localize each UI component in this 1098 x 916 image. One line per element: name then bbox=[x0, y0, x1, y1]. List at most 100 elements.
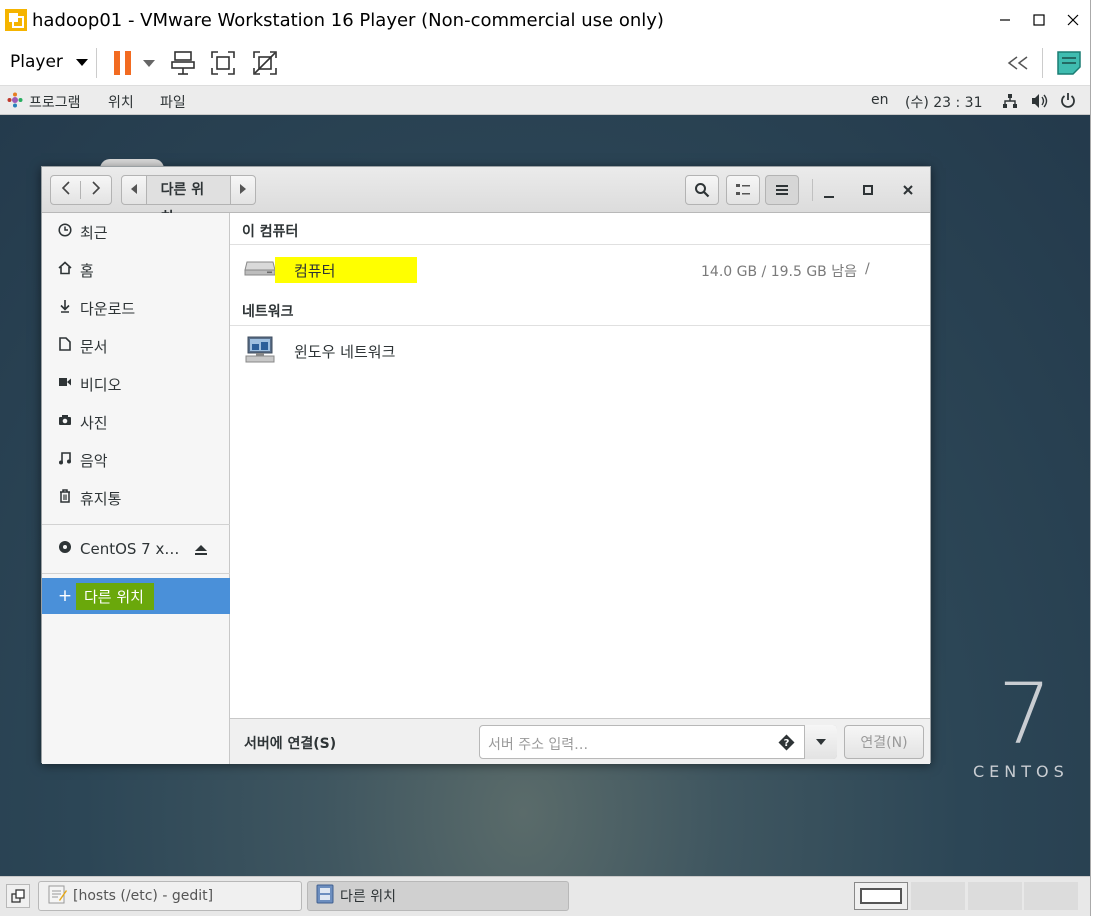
sidebar-item-label: 홈 bbox=[80, 261, 94, 280]
applications-icon[interactable] bbox=[7, 92, 23, 112]
power-icon[interactable] bbox=[1060, 92, 1076, 112]
menu-places[interactable]: 위치 bbox=[108, 92, 134, 112]
task-gedit[interactable]: [hosts (/etc) - gedit] bbox=[38, 881, 302, 911]
centos-logo-number: 7 bbox=[998, 665, 1052, 763]
task-files[interactable]: 다른 위치 bbox=[307, 881, 569, 911]
language-indicator[interactable]: en bbox=[871, 92, 889, 108]
workspace-1[interactable] bbox=[854, 882, 908, 910]
workspace-2[interactable] bbox=[911, 882, 965, 910]
harddisk-icon bbox=[244, 260, 276, 280]
sidebar-item-label: 다른 위치 bbox=[76, 582, 154, 610]
workspace-3[interactable] bbox=[968, 882, 1022, 910]
sidebar-separator bbox=[42, 573, 230, 574]
sidebar-item-device[interactable]: CentOS 7 x… bbox=[42, 530, 230, 568]
download-icon bbox=[52, 299, 78, 317]
section-this-computer: 이 컴퓨터 bbox=[242, 224, 299, 240]
send-ctrl-alt-del-icon[interactable] bbox=[168, 48, 198, 78]
text-editor-icon bbox=[47, 884, 67, 908]
window-minimize-icon[interactable] bbox=[820, 181, 838, 199]
server-history-dropdown[interactable] bbox=[804, 725, 837, 759]
pause-dropdown-icon[interactable] bbox=[138, 48, 160, 78]
help-icon[interactable]: ? bbox=[778, 734, 795, 755]
server-address-input[interactable]: 서버 주소 입력… ? bbox=[479, 725, 837, 759]
pause-icon[interactable] bbox=[108, 48, 138, 78]
connect-label: 서버에 연결(S) bbox=[244, 736, 337, 752]
sidebar-item-label: 사진 bbox=[80, 413, 108, 432]
maximize-button[interactable] bbox=[1024, 6, 1054, 34]
connect-button[interactable]: 연결(N) bbox=[844, 725, 924, 759]
toolbar-divider bbox=[96, 48, 97, 78]
nav-buttons bbox=[50, 175, 112, 205]
window-close-icon[interactable] bbox=[899, 181, 917, 199]
show-desktop-icon[interactable] bbox=[6, 884, 30, 908]
sidebar-item-downloads[interactable]: 다운로드 bbox=[42, 289, 230, 327]
player-menu-label: Player bbox=[10, 52, 63, 72]
trash-icon bbox=[52, 489, 78, 507]
sidebar-item-trash[interactable]: 휴지통 bbox=[42, 479, 230, 517]
menu-icon[interactable] bbox=[765, 175, 799, 205]
file-manager-header: 다른 위치 bbox=[42, 167, 930, 226]
window-maximize-icon[interactable] bbox=[859, 181, 877, 199]
task-files-label: 다른 위치 bbox=[340, 889, 396, 905]
volume-icon[interactable] bbox=[1031, 93, 1049, 113]
workspace-window-thumb bbox=[860, 888, 902, 904]
sidebar-item-documents[interactable]: 문서 bbox=[42, 327, 230, 365]
home-icon bbox=[52, 261, 78, 279]
menu-files[interactable]: 파일 bbox=[160, 92, 186, 112]
workspace-4[interactable] bbox=[1024, 882, 1078, 910]
vm-window-title: hadoop01 - VMware Workstation 16 Player … bbox=[32, 10, 664, 31]
server-address-placeholder: 서버 주소 입력… bbox=[488, 737, 589, 753]
sidebar-item-other-locations[interactable]: + 다른 위치 bbox=[42, 578, 230, 614]
vm-toolbar: Player bbox=[0, 40, 1090, 86]
collapse-toolbar-icon[interactable] bbox=[1004, 48, 1034, 78]
sidebar-item-label: 음악 bbox=[80, 451, 108, 470]
camera-icon bbox=[52, 414, 78, 430]
computer-usage: 14.0 GB / 19.5 GB 남음 bbox=[701, 264, 857, 280]
windows-network-label: 윈도우 네트워크 bbox=[294, 343, 396, 361]
sidebar-item-music[interactable]: 음악 bbox=[42, 441, 230, 479]
sidebar-item-recent[interactable]: 최근 bbox=[42, 213, 230, 251]
unity-mode-icon[interactable] bbox=[250, 48, 280, 78]
search-icon[interactable] bbox=[685, 175, 719, 205]
svg-text:?: ? bbox=[784, 738, 790, 749]
windows-network-row[interactable]: 윈도우 네트워크 bbox=[230, 326, 930, 374]
disc-icon bbox=[52, 540, 78, 558]
player-menu[interactable]: Player bbox=[10, 52, 89, 72]
sidebar: 최근 홈 다운로드 문서 비디오 사진 음악 휴지통 CentOS 7 x… +… bbox=[42, 213, 230, 764]
vmware-logo-icon bbox=[4, 8, 28, 32]
task-gedit-label: [hosts (/etc) - gedit] bbox=[73, 888, 214, 904]
close-button[interactable] bbox=[1058, 6, 1088, 34]
network-icon[interactable] bbox=[1002, 93, 1018, 113]
sidebar-item-pictures[interactable]: 사진 bbox=[42, 403, 230, 441]
gnome-taskbar: [hosts (/etc) - gedit] 다른 위치 bbox=[0, 876, 1090, 916]
back-icon[interactable] bbox=[51, 181, 81, 199]
menu-programs[interactable]: 프로그램 bbox=[29, 92, 81, 112]
video-icon bbox=[52, 376, 78, 392]
vm-title-bar: hadoop01 - VMware Workstation 16 Player … bbox=[0, 0, 1090, 40]
clock[interactable]: (수) 23 : 31 bbox=[905, 92, 983, 112]
sidebar-item-home[interactable]: 홈 bbox=[42, 251, 230, 289]
notes-icon[interactable] bbox=[1054, 48, 1084, 78]
file-cabinet-icon bbox=[316, 884, 334, 908]
clock-icon bbox=[52, 223, 78, 241]
document-icon bbox=[52, 337, 78, 355]
path-right-arrow-icon[interactable] bbox=[231, 182, 255, 198]
section-network: 네트워크 bbox=[242, 304, 294, 320]
path-left-arrow-icon[interactable] bbox=[122, 182, 146, 198]
computer-label: 컴퓨터 bbox=[294, 262, 336, 280]
file-manager-window: 다른 위치 최근 홈 bbox=[41, 166, 931, 764]
sidebar-item-label: 다운로드 bbox=[80, 299, 136, 318]
gnome-top-bar: 프로그램 위치 파일 en (수) 23 : 31 bbox=[0, 86, 1090, 115]
path-current[interactable]: 다른 위치 bbox=[145, 176, 232, 226]
eject-icon[interactable] bbox=[194, 542, 208, 560]
fullscreen-icon[interactable] bbox=[208, 48, 238, 78]
sidebar-item-videos[interactable]: 비디오 bbox=[42, 365, 230, 403]
forward-icon[interactable] bbox=[81, 181, 111, 199]
minimize-button[interactable] bbox=[990, 6, 1020, 34]
computer-row[interactable]: 컴퓨터 14.0 GB / 19.5 GB 남음 / bbox=[230, 245, 930, 293]
view-toggle-icon[interactable] bbox=[726, 175, 760, 205]
sidebar-item-label: 최근 bbox=[80, 223, 108, 242]
sidebar-item-label: 휴지통 bbox=[80, 489, 122, 508]
chevron-down-icon bbox=[816, 739, 826, 745]
main-content: 이 컴퓨터 컴퓨터 14.0 GB / 19.5 GB 남음 / 네트워크 윈도… bbox=[230, 213, 930, 718]
